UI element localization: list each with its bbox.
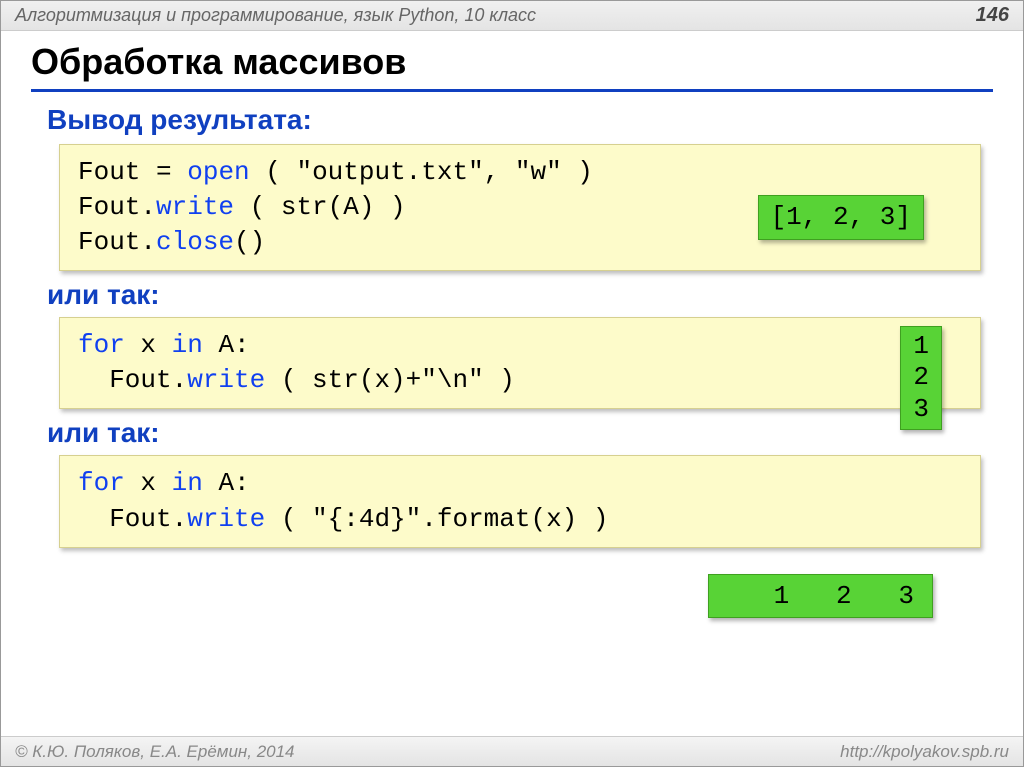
code-keyword: in: [172, 468, 203, 498]
output-row-3: 1 2 3: [31, 556, 993, 618]
code-token: A:: [203, 468, 250, 498]
code-token: ( str(x)+"\n" ): [265, 365, 515, 395]
code-token: A:: [203, 330, 250, 360]
code-keyword: for: [78, 468, 125, 498]
code-keyword: write: [156, 192, 234, 222]
slide-content: Обработка массивов Вывод результата: Fou…: [1, 31, 1023, 618]
section2-heading: или так:: [47, 279, 993, 311]
code-block-3: for x in A: Fout.write ( "{:4d}".format(…: [59, 455, 981, 547]
code-keyword: open: [187, 157, 249, 187]
code-token: x: [125, 468, 172, 498]
output-box-3: 1 2 3: [708, 574, 933, 618]
code-token: ( "output.txt", "w" ): [250, 157, 593, 187]
code-token: (): [234, 227, 265, 257]
page-number: 146: [976, 4, 1009, 27]
code-token: Fout.: [78, 192, 156, 222]
footer-url: http://kpolyakov.spb.ru: [840, 742, 1009, 762]
course-label: Алгоритмизация и программирование, язык …: [15, 5, 536, 26]
page-title: Обработка массивов: [31, 41, 993, 92]
code-keyword: write: [187, 365, 265, 395]
code-block-1: Fout = open ( "output.txt", "w" ) Fout.w…: [59, 144, 981, 271]
code-token: ( "{:4d}".format(x) ): [265, 504, 608, 534]
code-token: =: [140, 157, 187, 187]
code-keyword: for: [78, 330, 125, 360]
copyright-text: © К.Ю. Поляков, Е.А. Ерёмин, 2014: [15, 742, 295, 762]
output-box-2: 1 2 3: [900, 326, 942, 430]
code-token: Fout.: [78, 365, 187, 395]
code-token: ( str(A) ): [234, 192, 406, 222]
output-box-1: [1, 2, 3]: [758, 195, 924, 240]
section3-heading: или так:: [47, 417, 993, 449]
code-token: Fout.: [78, 227, 156, 257]
code-keyword: write: [187, 504, 265, 534]
footer-bar: © К.Ю. Поляков, Е.А. Ерёмин, 2014 http:/…: [1, 736, 1023, 766]
code-token: Fout: [78, 157, 140, 187]
section1-heading: Вывод результата:: [47, 104, 993, 136]
code-keyword: close: [156, 227, 234, 257]
code-token: x: [125, 330, 172, 360]
code-block-2: for x in A: Fout.write ( str(x)+"\n" )1 …: [59, 317, 981, 409]
header-bar: Алгоритмизация и программирование, язык …: [1, 1, 1023, 31]
code-token: Fout.: [78, 504, 187, 534]
code-keyword: in: [172, 330, 203, 360]
